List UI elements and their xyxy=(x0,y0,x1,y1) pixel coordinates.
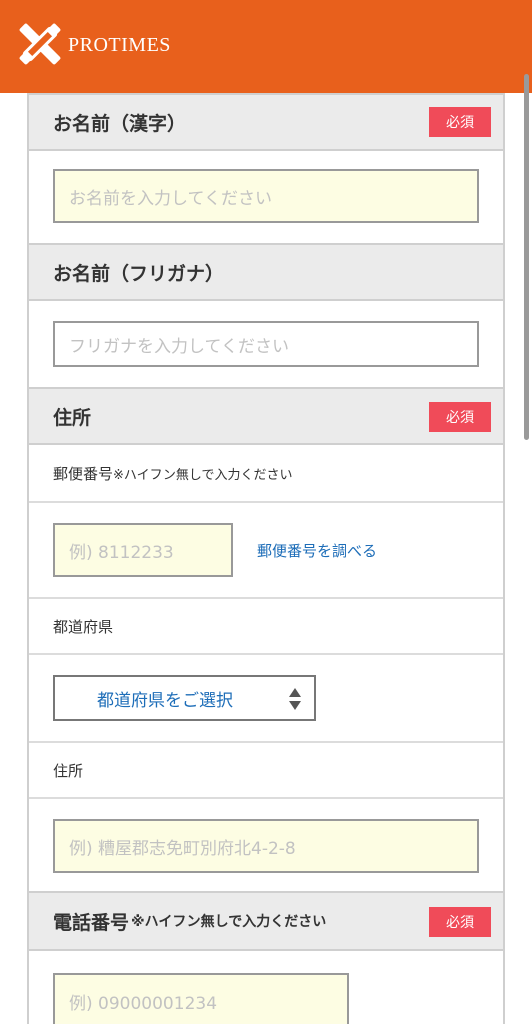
required-badge: 必須 xyxy=(429,907,491,937)
section-title-name-kanji: お名前（漢字） xyxy=(53,112,187,135)
postal-code-label-row: 郵便番号 ※ハイフン無しで入力ください xyxy=(29,445,503,503)
section-header-phone: 電話番号 ※ハイフン無しで入力ください 必須 xyxy=(29,891,503,951)
section-title-phone: 電話番号 ※ハイフン無しで入力ください xyxy=(53,911,327,934)
prefecture-label-row: 都道府県 xyxy=(29,599,503,655)
street-address-field-row: 例) 糟屋郡志免町別府北4-2-8 xyxy=(29,799,503,893)
protimes-logo-icon[interactable] xyxy=(18,22,62,66)
prefecture-field-row: 都道府県をご選択 xyxy=(29,655,503,743)
section-title-address: 住所 xyxy=(53,406,92,429)
section-header-name-kanji: お名前（漢字） 必須 xyxy=(29,93,503,151)
select-arrows-icon xyxy=(289,688,301,710)
field-row-name-kanji: お名前を入力してください xyxy=(29,151,503,245)
postal-code-label: 郵便番号 ※ハイフン無しで入力ください xyxy=(53,445,293,501)
street-address-label: 住所 xyxy=(53,761,84,780)
postal-code-note: ※ハイフン無しで入力ください xyxy=(113,467,293,483)
required-badge: 必須 xyxy=(429,107,491,137)
prefecture-label: 都道府県 xyxy=(53,617,114,636)
section-header-address: 住所 必須 xyxy=(29,387,503,445)
postal-code-input[interactable]: 例) 8112233 xyxy=(53,523,233,577)
section-header-name-kana: お名前（フリガナ） xyxy=(29,243,503,301)
field-row-name-kana: フリガナを入力してください xyxy=(29,301,503,389)
postal-code-field-row: 例) 8112233 郵便番号を調べる xyxy=(29,503,503,599)
name-kana-input[interactable]: フリガナを入力してください xyxy=(53,321,479,367)
phone-note: ※ハイフン無しで入力ください xyxy=(131,914,327,930)
phone-field-row: 例) 09000001234 xyxy=(29,951,503,1024)
prefecture-select[interactable]: 都道府県をご選択 xyxy=(53,675,316,721)
phone-input[interactable]: 例) 09000001234 xyxy=(53,973,349,1024)
street-address-label-row: 住所 xyxy=(29,743,503,799)
required-badge: 必須 xyxy=(429,402,491,432)
prefecture-selected-value: 都道府県をご選択 xyxy=(97,690,233,711)
section-title-name-kana: お名前（フリガナ） xyxy=(53,262,225,285)
postal-code-lookup-link[interactable]: 郵便番号を調べる xyxy=(257,540,377,561)
scrollbar[interactable] xyxy=(524,74,529,440)
street-address-input[interactable]: 例) 糟屋郡志免町別府北4-2-8 xyxy=(53,819,479,873)
app-header: PROTIMES xyxy=(0,0,532,93)
contact-form: お名前（漢字） 必須 お名前を入力してください お名前（フリガナ） フリガナを入… xyxy=(27,93,505,1024)
brand-name[interactable]: PROTIMES xyxy=(68,34,171,57)
name-kanji-input[interactable]: お名前を入力してください xyxy=(53,169,479,223)
